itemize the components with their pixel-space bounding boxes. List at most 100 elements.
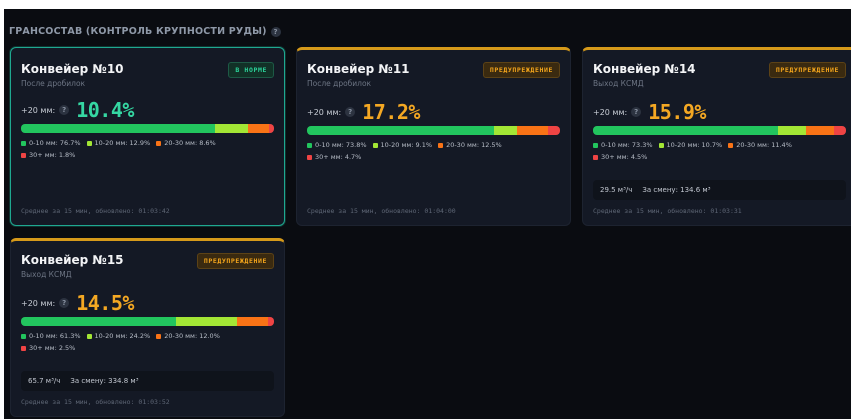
legend-swatch: [307, 154, 312, 160]
card-subtitle: Выход КСМД: [593, 79, 644, 88]
help-icon[interactable]: ?: [59, 105, 70, 115]
bar-segment-coarse: [834, 126, 846, 135]
update-footer: Среднее за 15 мин, обновлено: 01:04:00: [307, 207, 456, 215]
card-header: Конвейер №15 Выход КСМД ПРЕДУПРЕЖДЕНИЕ: [21, 253, 274, 279]
legend-label: 0-10 мм: 73.3%: [601, 141, 653, 149]
legend-item: 30+ мм: 4.5%: [593, 153, 647, 161]
legend-item: 20-30 мм: 11.4%: [728, 141, 792, 149]
legend-swatch: [438, 142, 444, 148]
legend-swatch: [593, 142, 598, 148]
card-title: Конвейер №15: [21, 253, 124, 267]
legend-item: 10-20 мм: 9.1%: [372, 141, 433, 149]
card-header: Конвейер №11 После дробилок ПРЕДУПРЕЖДЕН…: [307, 62, 560, 88]
metric-value: 17.2%: [362, 100, 420, 124]
status-badge: ПРЕДУПРЕЖДЕНИЕ: [482, 62, 560, 78]
legend-item: 30+ мм: 2.5%: [21, 344, 75, 352]
oversize-metric: +20 мм: ? 15.9%: [593, 100, 706, 124]
flow-panel: 29.5 м³/ч За смену: 134.6 м³: [593, 180, 846, 200]
fraction-bar: [21, 317, 274, 326]
legend-swatch: [156, 140, 162, 146]
bar-segment-coarse: [267, 317, 274, 326]
legend-swatch: [658, 142, 664, 148]
help-icon[interactable]: ?: [345, 107, 356, 117]
legend-label: 10-20 мм: 9.1%: [380, 141, 433, 149]
legend-item: 10-20 мм: 24.2%: [86, 332, 151, 340]
oversize-metric: +20 мм: ? 10.4%: [21, 98, 134, 122]
legend-swatch: [21, 345, 26, 351]
help-icon[interactable]: ?: [631, 107, 642, 117]
bar-segment-small: [215, 124, 248, 133]
legend-item: 10-20 мм: 10.7%: [658, 141, 723, 149]
metric-label: +20 мм:: [593, 107, 628, 117]
legend-item: 20-30 мм: 12.5%: [438, 141, 502, 149]
fraction-legend: 0-10 мм: 76.7% 10-20 мм: 12.9% 20-30 мм:…: [21, 139, 276, 159]
screen-frame-left: [0, 0, 4, 419]
legend-swatch: [21, 333, 26, 339]
legend-swatch: [307, 142, 312, 148]
bar-segment-small: [778, 126, 806, 135]
fraction-legend: 0-10 мм: 73.3% 10-20 мм: 10.7% 20-30 мм:…: [593, 141, 848, 161]
help-icon[interactable]: ?: [59, 298, 70, 308]
conveyor-card[interactable]: Конвейер №14 Выход КСМД ПРЕДУПРЕЖДЕНИЕ +…: [582, 47, 851, 226]
legend-swatch: [156, 333, 162, 339]
legend-label: 30+ мм: 1.8%: [29, 151, 76, 159]
status-badge: В НОРМЕ: [228, 62, 274, 78]
bar-segment-medium: [247, 124, 270, 133]
legend-swatch: [372, 142, 378, 148]
card-title: Конвейер №10: [21, 62, 124, 76]
bar-segment-fine: [593, 126, 779, 135]
flow-rate: 29.5 м³/ч: [600, 186, 633, 194]
bar-segment-medium: [805, 126, 835, 135]
card-subtitle: После дробилок: [21, 79, 86, 88]
card-title: Конвейер №11: [307, 62, 410, 76]
bar-segment-coarse: [548, 126, 560, 135]
status-badge: ПРЕДУПРЕЖДЕНИЕ: [768, 62, 846, 78]
conveyor-card[interactable]: Конвейер №15 Выход КСМД ПРЕДУПРЕЖДЕНИЕ +…: [10, 238, 285, 417]
legend-item: 0-10 мм: 61.3%: [21, 332, 81, 340]
oversize-metric: +20 мм: ? 17.2%: [307, 100, 420, 124]
update-footer: Среднее за 15 мин, обновлено: 01:03:52: [21, 398, 170, 406]
bar-segment-fine: [307, 126, 494, 135]
flow-rate: 65.7 м³/ч: [28, 377, 61, 385]
card-title: Конвейер №14: [593, 62, 696, 76]
legend-item: 0-10 мм: 73.3%: [593, 141, 653, 149]
legend-label: 10-20 мм: 10.7%: [666, 141, 723, 149]
legend-swatch: [21, 152, 26, 158]
legend-swatch: [86, 333, 92, 339]
screen-frame-top: [0, 0, 851, 9]
bar-segment-medium: [516, 126, 549, 135]
legend-swatch: [21, 140, 26, 146]
bar-segment-coarse: [269, 124, 274, 133]
legend-item: 30+ мм: 1.8%: [21, 151, 75, 159]
bar-segment-medium: [237, 317, 268, 326]
help-icon[interactable]: ?: [270, 26, 281, 37]
section-title: ГРАНСОСТАВ (КОНТРОЛЬ КРУПНОСТИ РУДЫ) ?: [9, 26, 281, 37]
legend-swatch: [86, 140, 92, 146]
fraction-legend: 0-10 мм: 73.8% 10-20 мм: 9.1% 20-30 мм: …: [307, 141, 562, 161]
legend-item: 20-30 мм: 8.6%: [156, 139, 216, 147]
legend-label: 30+ мм: 4.7%: [315, 153, 362, 161]
legend-label: 0-10 мм: 61.3%: [29, 332, 81, 340]
section-title-text: ГРАНСОСТАВ (КОНТРОЛЬ КРУПНОСТИ РУДЫ): [9, 26, 267, 37]
update-footer: Среднее за 15 мин, обновлено: 01:03:42: [21, 207, 170, 215]
legend-swatch: [728, 142, 734, 148]
oversize-metric: +20 мм: ? 14.5%: [21, 291, 134, 315]
legend-label: 10-20 мм: 24.2%: [94, 332, 151, 340]
fraction-bar: [21, 124, 274, 133]
bar-segment-fine: [21, 124, 216, 133]
fraction-bar: [307, 126, 560, 135]
bar-segment-small: [493, 126, 517, 135]
conveyor-card[interactable]: Конвейер №11 После дробилок ПРЕДУПРЕЖДЕН…: [296, 47, 571, 226]
bar-segment-small: [176, 317, 238, 326]
legend-label: 20-30 мм: 8.6%: [164, 139, 216, 147]
update-footer: Среднее за 15 мин, обновлено: 01:03:31: [593, 207, 742, 215]
legend-swatch: [593, 154, 598, 160]
metric-value: 15.9%: [648, 100, 706, 124]
legend-item: 20-30 мм: 12.0%: [156, 332, 220, 340]
legend-label: 20-30 мм: 12.5%: [446, 141, 502, 149]
flow-panel: 65.7 м³/ч За смену: 334.8 м³: [21, 371, 274, 391]
fraction-legend: 0-10 мм: 61.3% 10-20 мм: 24.2% 20-30 мм:…: [21, 332, 276, 352]
metric-label: +20 мм:: [21, 105, 56, 115]
conveyor-card[interactable]: Конвейер №10 После дробилок В НОРМЕ +20 …: [10, 47, 285, 226]
legend-item: 30+ мм: 4.7%: [307, 153, 361, 161]
